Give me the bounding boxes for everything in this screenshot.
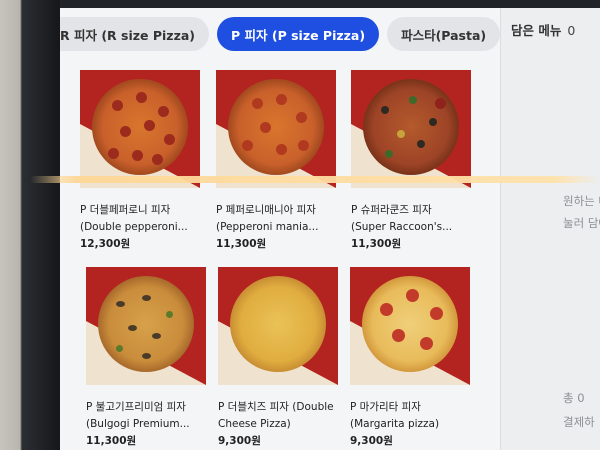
screen-glare [30, 176, 600, 183]
product-price: 11,300원 [86, 435, 137, 447]
product-price: 11,300원 [351, 238, 402, 250]
pizza-image [351, 70, 471, 188]
tab-r-size-pizza[interactable]: R 피자 (R size Pizza) [60, 17, 209, 51]
product-card-margarita[interactable]: P 마가리타 피자 (Margarita pizza) 9,300원 [350, 267, 476, 450]
product-desc: (Double pepperoni... [80, 221, 188, 233]
cart-total: 총 0 결제하 [563, 386, 600, 434]
product-card-double-pepperoni[interactable]: P 더블페퍼로니 피자 (Double pepperoni... 12,300원 [80, 70, 206, 253]
cart-hint-line: 눌러 담아 [563, 216, 600, 230]
product-name: P 슈퍼라쿤즈 피자 [351, 204, 432, 216]
pizza-icon [363, 79, 459, 175]
product-desc: Cheese Pizza) [218, 418, 291, 430]
cart-panel: 담은 메뉴 0 원하는 메 눌러 담아 총 0 결제하 [500, 8, 600, 450]
product-price: 9,300원 [218, 435, 261, 447]
product-desc: (Pepperoni mania... [216, 221, 319, 233]
kiosk-screen: R 피자 (R size Pizza) P 피자 (P size Pizza) … [60, 8, 600, 450]
product-name: P 마가리타 피자 [350, 401, 421, 413]
pizza-image [80, 70, 200, 188]
product-desc: (Margarita pizza) [350, 418, 440, 430]
product-name: P 페퍼로니매니아 피자 [216, 204, 316, 216]
pizza-image [216, 70, 336, 188]
product-price: 12,300원 [80, 238, 131, 250]
product-desc: (Super Raccoon's... [351, 221, 453, 233]
cart-count: 0 [567, 23, 576, 38]
pizza-icon [230, 276, 326, 372]
cart-total-line: 총 0 [563, 391, 585, 405]
product-desc: (Bulgogi Premium... [86, 418, 190, 430]
cart-hint-line: 원하는 메 [563, 194, 600, 208]
product-name: P 더블페퍼로니 피자 [80, 204, 171, 216]
pizza-icon [228, 79, 324, 175]
product-name: P 더블치즈 피자 (Double [218, 401, 334, 413]
category-tabs: R 피자 (R size Pizza) P 피자 (P size Pizza) … [60, 14, 517, 54]
product-price: 9,300원 [350, 435, 393, 447]
cart-title-label: 담은 메뉴 [511, 23, 562, 38]
kiosk-frame-left [0, 0, 60, 450]
product-card-pepperoni-mania[interactable]: P 페퍼로니매니아 피자 (Pepperoni mania... 11,300원 [216, 70, 342, 253]
product-card-super-raccoon[interactable]: P 슈퍼라쿤즈 피자 (Super Raccoon's... 11,300원 [351, 70, 477, 253]
product-name: P 불고기프리미엄 피자 [86, 401, 186, 413]
pizza-image [218, 267, 338, 385]
pizza-image [86, 267, 206, 385]
product-price: 11,300원 [216, 238, 267, 250]
product-card-bulgogi-premium[interactable]: P 불고기프리미엄 피자 (Bulgogi Premium... 11,300원 [86, 267, 212, 450]
cart-title: 담은 메뉴 0 [511, 20, 575, 39]
tab-p-size-pizza[interactable]: P 피자 (P size Pizza) [217, 17, 380, 51]
cart-hint: 원하는 메 눌러 담아 [563, 190, 600, 234]
pizza-image [350, 267, 470, 385]
product-card-double-cheese[interactable]: P 더블치즈 피자 (Double Cheese Pizza) 9,300원 [218, 267, 344, 450]
pay-button[interactable]: 결제하 [563, 410, 600, 434]
tab-pasta[interactable]: 파스타(Pasta) [387, 17, 501, 51]
